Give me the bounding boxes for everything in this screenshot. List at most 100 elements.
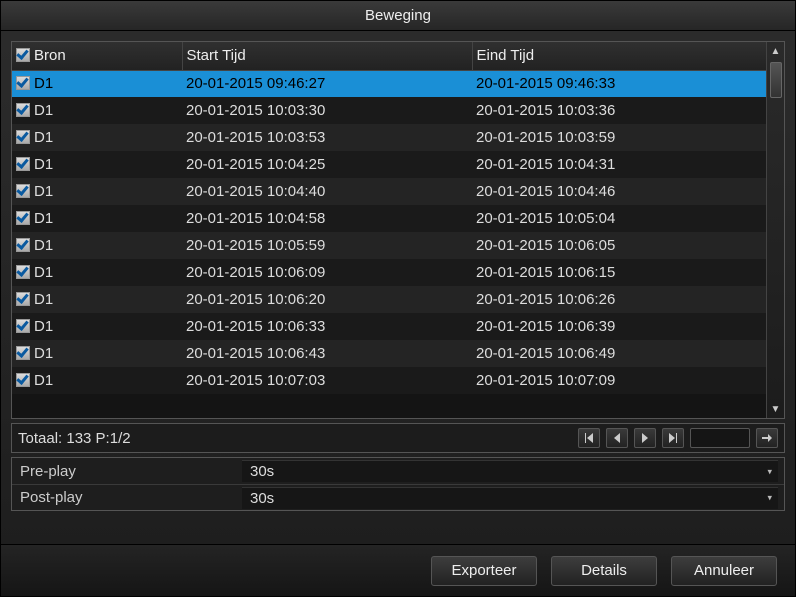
content-area: Bron Start Tijd Eind Tijd D120-01-2015 0…	[1, 31, 795, 544]
cancel-button[interactable]: Annuleer	[671, 556, 777, 586]
preplay-row: Pre-play 30s ▾	[12, 458, 784, 484]
table-row[interactable]: D1 20-01-2015 10:05:5920-01-2015 10:06:05	[12, 232, 766, 259]
row-bron: D1	[34, 237, 53, 254]
play-settings: Pre-play 30s ▾ Post-play 30s ▾	[11, 457, 785, 511]
row-checkbox[interactable]	[16, 265, 30, 279]
row-checkbox[interactable]	[16, 211, 30, 225]
page-go-button[interactable]	[756, 428, 778, 448]
status-text: Totaal: 133 P:1/2	[18, 430, 131, 447]
col-header-bron[interactable]: Bron	[12, 42, 182, 70]
preplay-value: 30s	[250, 463, 274, 480]
table-row[interactable]: D1 20-01-2015 10:04:4020-01-2015 10:04:46	[12, 178, 766, 205]
table-row[interactable]: D1 20-01-2015 10:03:5320-01-2015 10:03:59	[12, 124, 766, 151]
scroll-up-icon[interactable]: ▲	[767, 42, 784, 60]
footer: Exporteer Details Annuleer	[1, 544, 795, 596]
row-eind: 20-01-2015 09:46:33	[472, 70, 766, 97]
table-row[interactable]: D1 20-01-2015 10:06:0920-01-2015 10:06:15	[12, 259, 766, 286]
table-row[interactable]: D1 20-01-2015 10:04:2520-01-2015 10:04:31	[12, 151, 766, 178]
row-bron: D1	[34, 102, 53, 119]
row-start: 20-01-2015 10:04:25	[182, 151, 472, 178]
row-eind: 20-01-2015 10:04:31	[472, 151, 766, 178]
row-checkbox[interactable]	[16, 157, 30, 171]
preplay-label: Pre-play	[12, 463, 242, 480]
page-prev-icon	[612, 433, 622, 443]
postplay-value: 30s	[250, 490, 274, 507]
row-eind: 20-01-2015 10:06:26	[472, 286, 766, 313]
page-last-button[interactable]	[662, 428, 684, 448]
table-row[interactable]: D1 20-01-2015 10:04:5820-01-2015 10:05:04	[12, 205, 766, 232]
row-checkbox[interactable]	[16, 292, 30, 306]
details-button[interactable]: Details	[551, 556, 657, 586]
row-bron: D1	[34, 264, 53, 281]
row-checkbox[interactable]	[16, 103, 30, 117]
chevron-down-icon: ▾	[767, 493, 772, 504]
page-first-icon	[584, 433, 594, 443]
row-eind: 20-01-2015 10:04:46	[472, 178, 766, 205]
page-first-button[interactable]	[578, 428, 600, 448]
arrow-right-icon	[762, 433, 772, 443]
preplay-select[interactable]: 30s ▾	[242, 460, 778, 482]
table-row[interactable]: D1 20-01-2015 10:06:4320-01-2015 10:06:49	[12, 340, 766, 367]
vertical-scrollbar[interactable]: ▲ ▼	[766, 42, 784, 418]
page-prev-button[interactable]	[606, 428, 628, 448]
row-checkbox[interactable]	[16, 319, 30, 333]
col-header-start[interactable]: Start Tijd	[182, 42, 472, 70]
scroll-down-icon[interactable]: ▼	[767, 400, 784, 418]
row-checkbox[interactable]	[16, 184, 30, 198]
row-bron: D1	[34, 129, 53, 146]
row-bron: D1	[34, 183, 53, 200]
row-checkbox[interactable]	[16, 238, 30, 252]
row-start: 20-01-2015 10:06:20	[182, 286, 472, 313]
page-number-input[interactable]	[690, 428, 750, 448]
scroll-thumb[interactable]	[770, 62, 782, 98]
row-eind: 20-01-2015 10:06:15	[472, 259, 766, 286]
row-checkbox[interactable]	[16, 346, 30, 360]
row-bron: D1	[34, 75, 53, 92]
page-next-icon	[640, 433, 650, 443]
page-next-button[interactable]	[634, 428, 656, 448]
row-start: 20-01-2015 10:04:58	[182, 205, 472, 232]
row-start: 20-01-2015 10:03:53	[182, 124, 472, 151]
row-start: 20-01-2015 10:05:59	[182, 232, 472, 259]
row-start: 20-01-2015 10:06:33	[182, 313, 472, 340]
chevron-down-icon: ▾	[767, 466, 772, 477]
row-eind: 20-01-2015 10:07:09	[472, 367, 766, 394]
row-checkbox[interactable]	[16, 76, 30, 90]
postplay-select[interactable]: 30s ▾	[242, 487, 778, 509]
col-header-eind[interactable]: Eind Tijd	[472, 42, 766, 70]
select-all-checkbox[interactable]	[16, 48, 30, 62]
row-start: 20-01-2015 10:03:30	[182, 97, 472, 124]
table-row[interactable]: D1 20-01-2015 10:03:3020-01-2015 10:03:36	[12, 97, 766, 124]
row-bron: D1	[34, 210, 53, 227]
table-header-row: Bron Start Tijd Eind Tijd	[12, 42, 766, 70]
export-button[interactable]: Exporteer	[431, 556, 537, 586]
table-row[interactable]: D120-01-2015 09:46:2720-01-2015 09:46:33	[12, 70, 766, 97]
table-row[interactable]: D1 20-01-2015 10:07:0320-01-2015 10:07:09	[12, 367, 766, 394]
row-checkbox[interactable]	[16, 373, 30, 387]
row-bron: D1	[34, 318, 53, 335]
row-eind: 20-01-2015 10:03:59	[472, 124, 766, 151]
row-bron: D1	[34, 372, 53, 389]
table-row[interactable]: D1 20-01-2015 10:06:3320-01-2015 10:06:39	[12, 313, 766, 340]
row-eind: 20-01-2015 10:06:05	[472, 232, 766, 259]
row-start: 20-01-2015 10:06:09	[182, 259, 472, 286]
row-start: 20-01-2015 10:07:03	[182, 367, 472, 394]
window-title: Beweging	[1, 1, 795, 31]
row-eind: 20-01-2015 10:06:49	[472, 340, 766, 367]
window: Beweging Bron Start Tijd Eind Tijd	[0, 0, 796, 597]
row-bron: D1	[34, 156, 53, 173]
row-eind: 20-01-2015 10:03:36	[472, 97, 766, 124]
row-bron: D1	[34, 291, 53, 308]
row-start: 20-01-2015 10:04:40	[182, 178, 472, 205]
row-start: 20-01-2015 10:06:43	[182, 340, 472, 367]
postplay-row: Post-play 30s ▾	[12, 484, 784, 510]
row-eind: 20-01-2015 10:06:39	[472, 313, 766, 340]
row-bron: D1	[34, 345, 53, 362]
results-table: Bron Start Tijd Eind Tijd D120-01-2015 0…	[11, 41, 785, 419]
status-bar: Totaal: 133 P:1/2	[11, 423, 785, 453]
row-eind: 20-01-2015 10:05:04	[472, 205, 766, 232]
table-row[interactable]: D1 20-01-2015 10:06:2020-01-2015 10:06:26	[12, 286, 766, 313]
page-last-icon	[668, 433, 678, 443]
row-checkbox[interactable]	[16, 130, 30, 144]
postplay-label: Post-play	[12, 489, 242, 506]
